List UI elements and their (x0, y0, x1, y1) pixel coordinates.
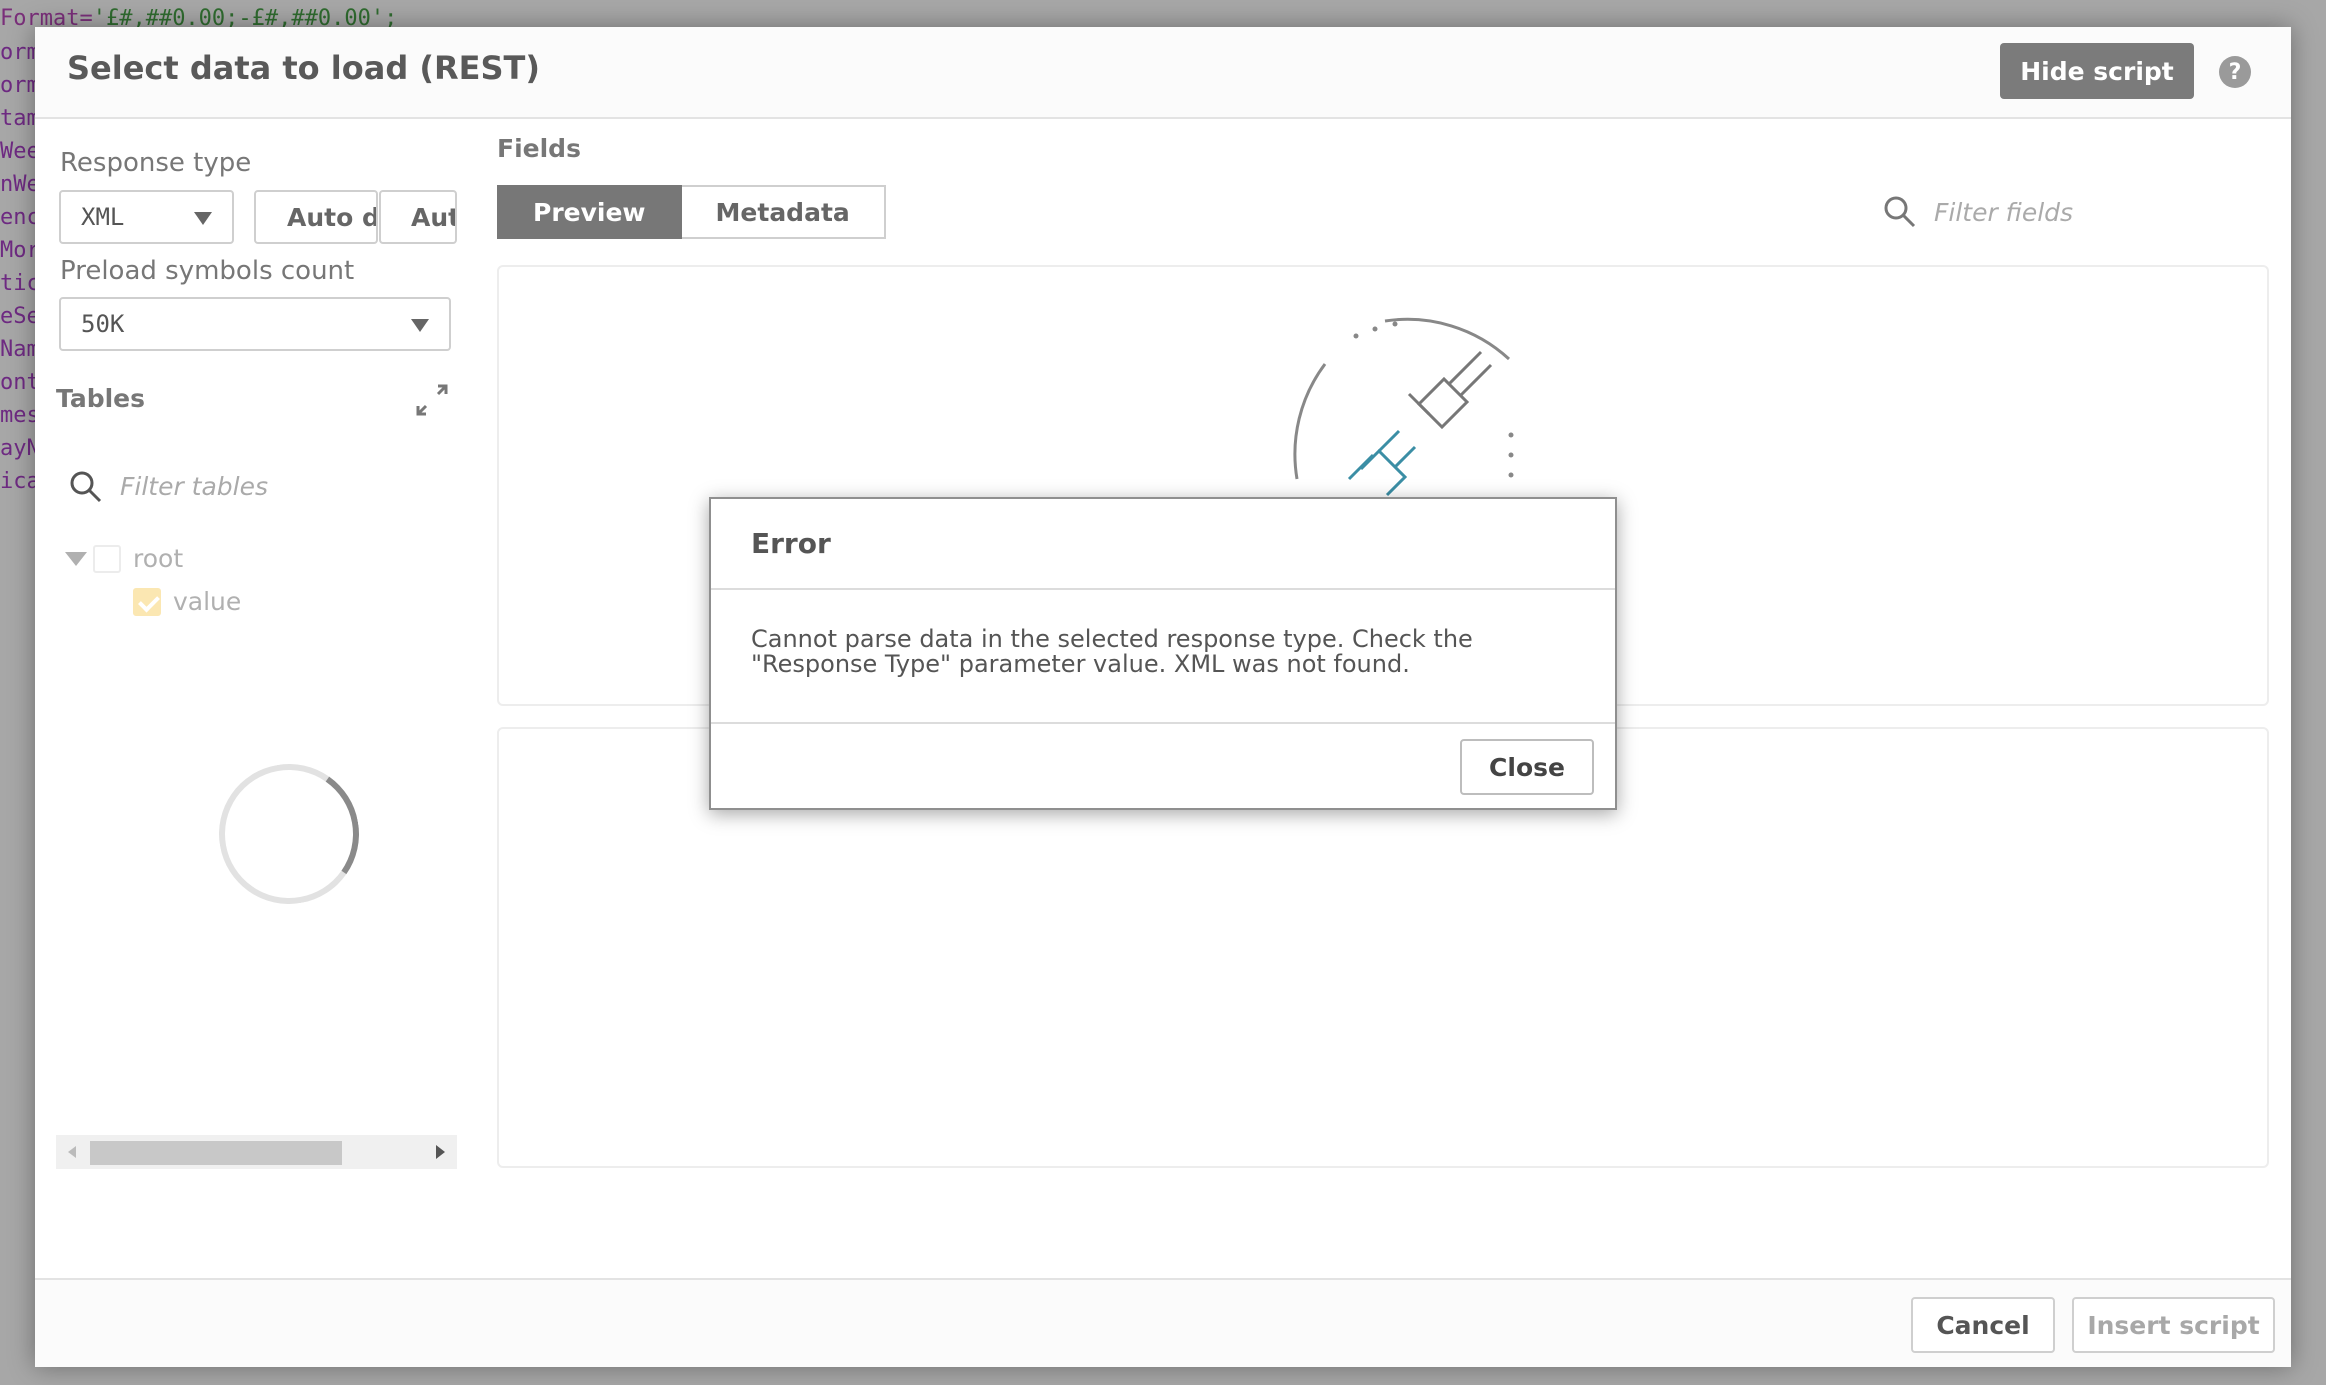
script-fragment: orm (0, 73, 40, 98)
preload-symbols-select[interactable]: 50K (59, 297, 451, 351)
auto-button[interactable]: Auto (379, 190, 457, 244)
root-checkbox[interactable] (93, 544, 121, 573)
cancel-button[interactable]: Cancel (1911, 1297, 2055, 1353)
search-icon (70, 471, 102, 503)
fields-tabs: Preview Metadata (497, 185, 886, 239)
preload-symbols-value: 50K (81, 310, 125, 338)
script-fragment: ont (0, 370, 40, 395)
auto-detect-label: Auto detect (287, 202, 376, 232)
script-fragment: Wee (0, 139, 40, 164)
tables-title: Tables (56, 384, 146, 413)
script-fragment: orm (0, 40, 40, 65)
response-type-select[interactable]: XML (59, 190, 234, 244)
error-modal-header: Error (711, 499, 1615, 590)
tab-preview[interactable]: Preview (497, 185, 682, 239)
search-icon (1884, 196, 1916, 228)
error-title: Error (751, 527, 831, 560)
script-fragment: Nam (0, 337, 40, 362)
loading-spinner-icon (207, 752, 371, 916)
filter-fields-input[interactable]: Filter fields (1934, 198, 2073, 227)
close-button[interactable]: Close (1460, 739, 1594, 795)
scroll-left-icon[interactable] (68, 1146, 76, 1158)
collapse-triangle-icon[interactable] (65, 551, 87, 566)
hide-script-button[interactable]: Hide script (2000, 43, 2194, 99)
chevron-down-icon (194, 212, 212, 225)
script-fragment: eSe (0, 304, 40, 329)
tree-root-label: root (133, 544, 184, 573)
scroll-right-icon[interactable] (436, 1145, 445, 1159)
script-fragment: ica (0, 469, 40, 494)
expand-icon[interactable] (414, 382, 450, 418)
plug-disconnected-icon (1293, 317, 1514, 497)
horizontal-scrollbar[interactable] (56, 1135, 457, 1169)
auto-detect-button[interactable]: Auto detect (254, 190, 378, 244)
script-fragment: nWe (0, 172, 40, 197)
chevron-down-icon (411, 319, 429, 332)
response-type-value: XML (81, 203, 125, 231)
error-modal: Error Cannot parse data in the selected … (709, 497, 1617, 810)
tab-metadata[interactable]: Metadata (681, 185, 886, 239)
script-fragment: Mor (0, 238, 40, 263)
dialog-title: Select data to load (REST) (67, 49, 540, 87)
fields-title: Fields (497, 134, 581, 163)
response-type-label: Response type (60, 148, 252, 178)
tree-value-label: value (173, 587, 242, 616)
script-fragment: tic (0, 271, 40, 296)
preload-symbols-label: Preload symbols count (60, 256, 355, 286)
insert-script-button[interactable]: Insert script (2072, 1297, 2275, 1353)
filter-tables-input[interactable]: Filter tables (120, 472, 268, 501)
error-message: Cannot parse data in the selected respon… (751, 625, 1473, 678)
script-fragment: mes (0, 403, 40, 428)
help-icon[interactable]: ? (2219, 56, 2251, 88)
scrollbar-thumb[interactable] (90, 1141, 342, 1165)
value-checkbox[interactable] (133, 587, 161, 616)
auto-label: Auto (411, 202, 455, 232)
tree-item-root[interactable]: root (65, 544, 183, 573)
dialog-header: Select data to load (REST) Hide script ? (35, 27, 2291, 119)
tree-item-value[interactable]: value (133, 587, 241, 616)
script-fragment: ayN (0, 436, 40, 461)
script-fragment: enc (0, 205, 40, 230)
script-fragment: tam (0, 106, 40, 131)
